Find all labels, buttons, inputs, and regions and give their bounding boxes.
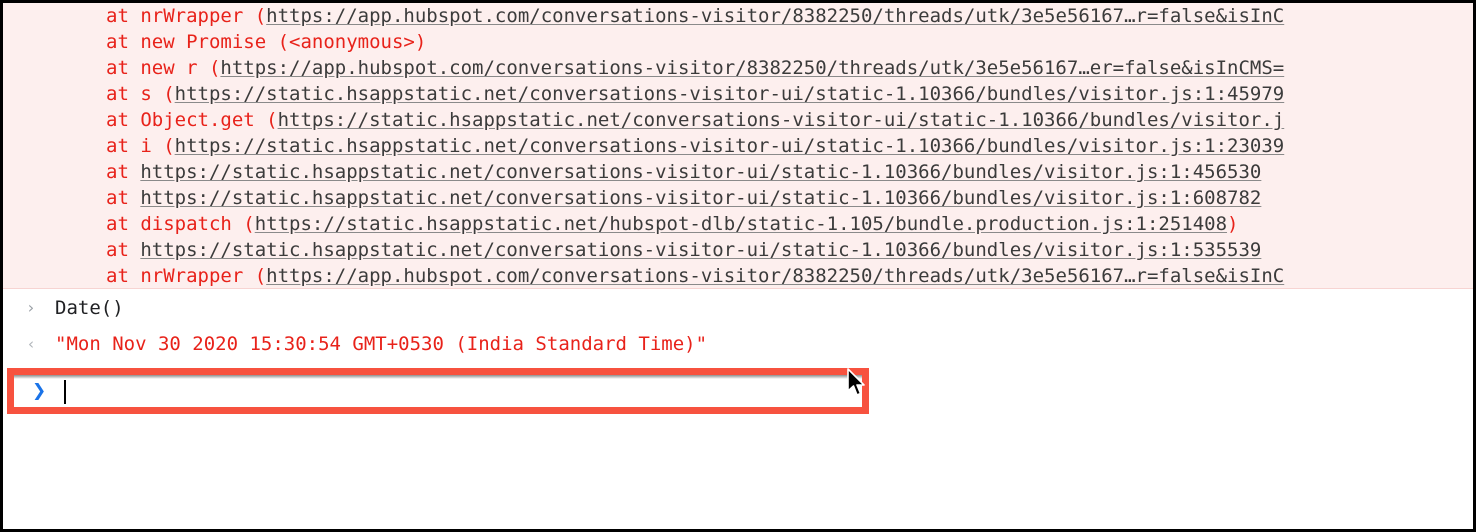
stack-trace-line[interactable]: at Object.get (https://static.hsappstati…	[3, 107, 1473, 133]
stack-line-prefix: at	[106, 239, 141, 261]
stack-line-prefix: at s (	[106, 83, 175, 105]
stack-trace-line[interactable]: at nrWrapper (https://app.hubspot.com/co…	[3, 3, 1473, 29]
stack-trace-line[interactable]: at nrWrapper (https://app.hubspot.com/co…	[3, 263, 1473, 288]
stack-trace-line[interactable]: at https://static.hsappstatic.net/conver…	[3, 237, 1473, 263]
stack-line-url[interactable]: https://app.hubspot.com/conversations-vi…	[266, 265, 1284, 287]
stack-line-url[interactable]: https://app.hubspot.com/conversations-vi…	[220, 57, 1284, 79]
devtools-console-screenshot: at nrWrapper (https://app.hubspot.com/co…	[0, 0, 1476, 532]
stack-line-prefix: at	[106, 161, 141, 183]
chevron-right-icon: ›	[27, 298, 35, 317]
return-arrow-icon: ‹	[28, 335, 34, 353]
stack-line-url[interactable]: https://static.hsappstatic.net/conversat…	[140, 239, 1261, 261]
stack-line-url[interactable]: https://static.hsappstatic.net/conversat…	[140, 161, 1261, 183]
stack-line-prefix: at	[106, 187, 141, 209]
stack-line-prefix: at new Promise (<anonymous>)	[106, 31, 427, 53]
console-area: › Date() ‹ "Mon Nov 30 2020 15:30:54 GMT…	[3, 290, 1473, 529]
console-prompt[interactable]: ❯	[14, 375, 862, 407]
stack-trace-line[interactable]: at i (https://static.hsappstatic.net/con…	[3, 133, 1473, 159]
console-prompt-highlight: ❯	[7, 368, 869, 414]
stack-line-prefix: at new r (	[106, 57, 221, 79]
stack-trace-line[interactable]: at https://static.hsappstatic.net/conver…	[3, 185, 1473, 211]
console-result-text: "Mon Nov 30 2020 15:30:54 GMT+0530 (Indi…	[55, 333, 708, 355]
stack-line-prefix: at dispatch (	[106, 213, 255, 235]
stack-line-url[interactable]: https://static.hsappstatic.net/conversat…	[175, 83, 1285, 105]
console-prompt-input[interactable]	[66, 375, 858, 407]
stack-line-url[interactable]: https://static.hsappstatic.net/conversat…	[278, 109, 1285, 131]
stack-line-url[interactable]: https://static.hsappstatic.net/conversat…	[175, 135, 1285, 157]
stack-trace-line[interactable]: at s (https://static.hsappstatic.net/con…	[3, 81, 1473, 107]
console-error-stack-trace: at nrWrapper (https://app.hubspot.com/co…	[3, 3, 1473, 289]
stack-line-url[interactable]: https://app.hubspot.com/conversations-vi…	[266, 5, 1284, 27]
chevron-right-icon: ❯	[32, 381, 47, 401]
console-result-row[interactable]: ‹ "Mon Nov 30 2020 15:30:54 GMT+0530 (In…	[3, 326, 1473, 362]
stack-line-suffix: )	[1227, 213, 1239, 235]
stack-line-prefix: at nrWrapper (	[106, 265, 267, 287]
stack-line-prefix: at i (	[106, 135, 175, 157]
console-command-row[interactable]: › Date()	[3, 290, 1473, 326]
stack-line-prefix: at nrWrapper (	[106, 5, 267, 27]
stack-trace-line[interactable]: at dispatch (https://static.hsappstatic.…	[3, 211, 1473, 237]
stack-trace-line[interactable]: at new Promise (<anonymous>)	[3, 29, 1473, 55]
stack-line-prefix: at Object.get (	[106, 109, 278, 131]
stack-trace-line[interactable]: at new r (https://app.hubspot.com/conver…	[3, 55, 1473, 81]
stack-line-url[interactable]: https://static.hsappstatic.net/hubspot-d…	[255, 213, 1227, 235]
stack-trace-line[interactable]: at https://static.hsappstatic.net/conver…	[3, 159, 1473, 185]
stack-line-url[interactable]: https://static.hsappstatic.net/conversat…	[140, 187, 1261, 209]
